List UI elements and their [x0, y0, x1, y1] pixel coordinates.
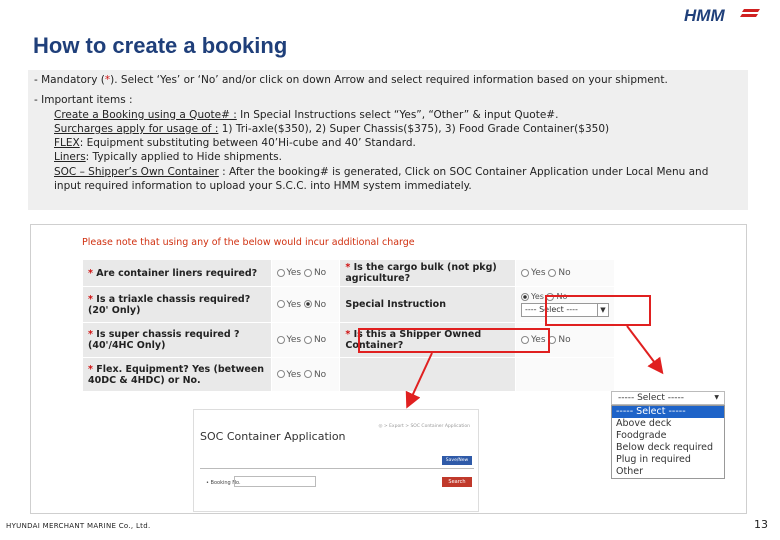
- dropdown-option[interactable]: Below deck required: [612, 442, 724, 454]
- dropdown-option[interactable]: Foodgrade: [612, 430, 724, 442]
- soc-application-preview: SOC Container Application ◎ > Export > S…: [193, 409, 479, 512]
- booking-no-input[interactable]: [234, 476, 316, 487]
- dropdown-option[interactable]: Other: [612, 466, 724, 478]
- divider: [200, 468, 474, 469]
- dropdown-options: ----- Select ----- Above deck Foodgrade …: [611, 405, 725, 479]
- dropdown-header[interactable]: ----- Select ----- ▼: [611, 391, 725, 405]
- dropdown-option[interactable]: Plug in required: [612, 454, 724, 466]
- breadcrumb: ◎ > Export > SOC Container Application: [378, 424, 470, 429]
- soc-title: SOC Container Application: [200, 430, 346, 443]
- chevron-down-icon: ▼: [714, 394, 719, 401]
- dropdown-option[interactable]: ----- Select -----: [612, 406, 724, 418]
- save-new-button[interactable]: Save/New: [442, 456, 472, 465]
- search-button[interactable]: Search: [442, 477, 472, 487]
- dropdown-option[interactable]: Above deck: [612, 418, 724, 430]
- soc-type-dropdown[interactable]: ----- Select ----- ▼ ----- Select ----- A…: [611, 391, 725, 483]
- page-number: 13: [754, 518, 768, 531]
- company-footer: HYUNDAI MERCHANT MARINE Co., Ltd.: [6, 522, 151, 530]
